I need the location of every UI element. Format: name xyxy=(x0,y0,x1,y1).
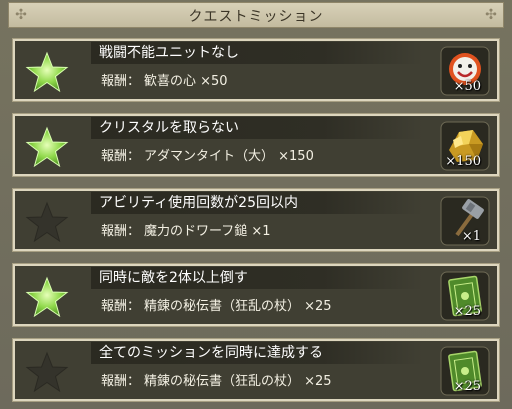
title-bar: ✣ クエストミッション ✣ xyxy=(8,2,504,28)
reward-label: 報酬： xyxy=(101,224,141,239)
mission-name: 戦闘不能ユニットなし xyxy=(91,42,423,64)
reward-item-slot[interactable]: ×25 xyxy=(439,270,491,322)
reward-item-slot[interactable]: ×25 xyxy=(439,345,491,397)
reward-text: 報酬： 歓喜の心 ×50 xyxy=(101,73,431,91)
reward-text: 報酬： アダマンタイト（大） ×150 xyxy=(101,148,431,166)
reward-text: 報酬： 精錬の秘伝書（狂乱の杖） ×25 xyxy=(101,373,431,391)
achieved-star-icon xyxy=(25,126,69,168)
achieved-star-icon xyxy=(25,51,69,93)
mission-row: アビリティ使用回数が25回以内 報酬： 魔力のドワーフ鎚 ×1 ×1 xyxy=(12,188,500,252)
reward-value: 魔力のドワーフ鎚 ×1 xyxy=(144,224,271,239)
reward-item-slot[interactable]: ×1 xyxy=(439,195,491,247)
unachieved-star-icon xyxy=(25,201,69,243)
reward-quantity: ×1 xyxy=(461,229,481,244)
reward-quantity: ×150 xyxy=(445,154,481,169)
mission-row: クリスタルを取らない 報酬： アダマンタイト（大） ×150 ×150 xyxy=(12,113,500,177)
reward-text: 報酬： 精錬の秘伝書（狂乱の杖） ×25 xyxy=(101,298,431,316)
reward-quantity: ×25 xyxy=(453,379,481,394)
reward-value: アダマンタイト（大） ×150 xyxy=(144,149,314,164)
reward-quantity: ×25 xyxy=(453,304,481,319)
mission-name: 全てのミッションを同時に達成する xyxy=(91,342,423,364)
reward-value: 精錬の秘伝書（狂乱の杖） ×25 xyxy=(144,299,332,314)
achieved-star-icon xyxy=(25,276,69,318)
mission-row: 同時に敵を2体以上倒す 報酬： 精錬の秘伝書（狂乱の杖） ×25 ×25 xyxy=(12,263,500,327)
reward-value: 精錬の秘伝書（狂乱の杖） ×25 xyxy=(144,374,332,389)
unachieved-star-icon xyxy=(25,351,69,393)
mission-window: ✣ クエストミッション ✣ 戦闘不能ユニットなし 報酬： 歓喜の心 ×50 ×5… xyxy=(0,0,512,409)
reward-label: 報酬： xyxy=(101,374,141,389)
mission-name: アビリティ使用回数が25回以内 xyxy=(91,192,423,214)
reward-label: 報酬： xyxy=(101,299,141,314)
reward-value: 歓喜の心 ×50 xyxy=(144,74,228,89)
reward-item-slot[interactable]: ×150 xyxy=(439,120,491,172)
reward-text: 報酬： 魔力のドワーフ鎚 ×1 xyxy=(101,223,431,241)
reward-label: 報酬： xyxy=(101,149,141,164)
reward-item-slot[interactable]: ×50 xyxy=(439,45,491,97)
mission-name: クリスタルを取らない xyxy=(91,117,423,139)
page-title: クエストミッション xyxy=(188,9,324,25)
reward-label: 報酬： xyxy=(101,74,141,89)
mission-row: 戦闘不能ユニットなし 報酬： 歓喜の心 ×50 ×50 xyxy=(12,38,500,102)
reward-quantity: ×50 xyxy=(453,79,481,94)
mission-row: 全てのミッションを同時に達成する 報酬： 精錬の秘伝書（狂乱の杖） ×25 ×25 xyxy=(12,338,500,402)
mission-name: 同時に敵を2体以上倒す xyxy=(91,267,423,289)
corner-ornament-icon: ✣ xyxy=(485,7,497,23)
